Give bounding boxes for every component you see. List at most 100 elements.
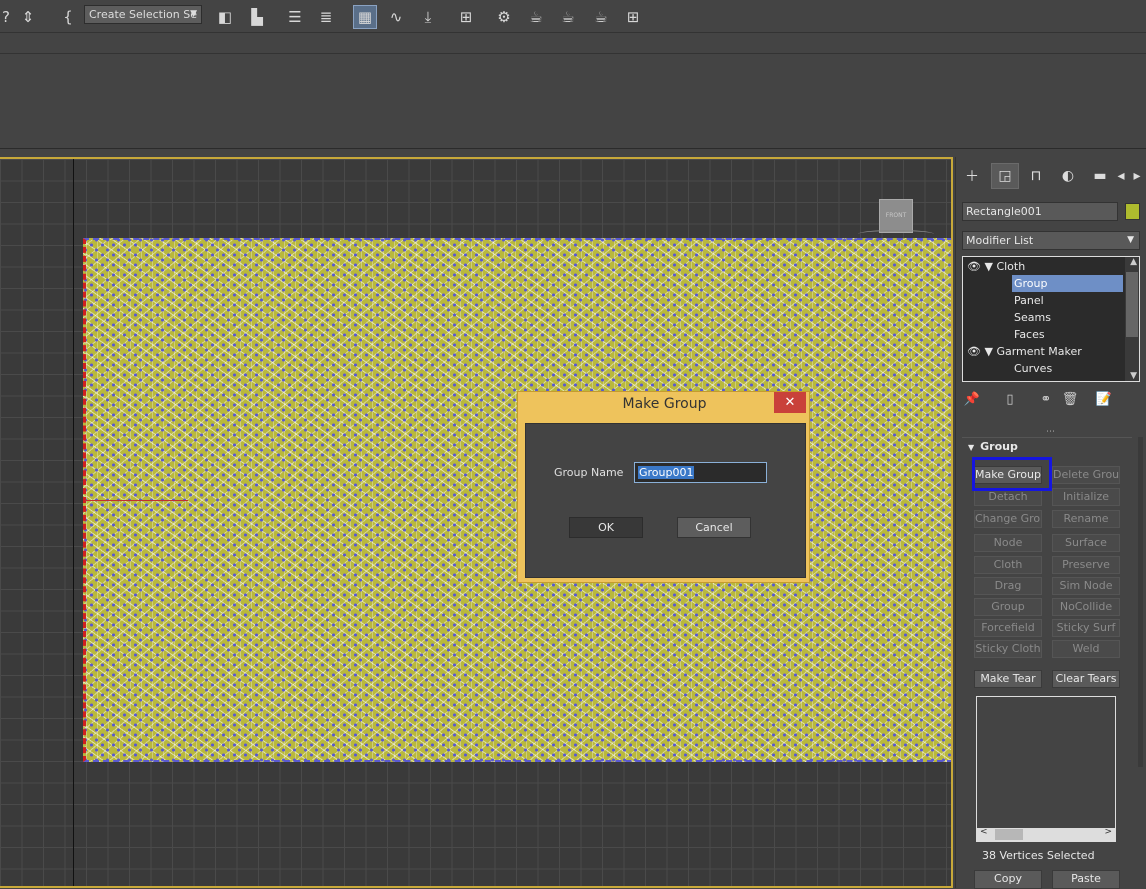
modifier-stack: 👁 ▼ Cloth Group Panel Seams Faces 👁 ▼ Ga… bbox=[962, 256, 1140, 382]
forcefield-button[interactable]: Forcefield bbox=[974, 619, 1042, 637]
viewcube-compass[interactable] bbox=[858, 230, 934, 238]
stack-scroll-thumb[interactable] bbox=[1126, 272, 1138, 337]
mirror-icon[interactable]: ◧ bbox=[213, 5, 237, 29]
sticky-surf-button[interactable]: Sticky Surf bbox=[1052, 619, 1120, 637]
make-group-highlight bbox=[972, 457, 1052, 491]
render-frame-icon[interactable]: ☕ bbox=[556, 5, 580, 29]
dialog-close-button[interactable]: ✕ bbox=[774, 392, 806, 413]
viewcube-label: FRONT bbox=[885, 212, 907, 219]
command-panel-tabs: ＋ ◲ ⊓ ◐ ▬ ◂ ▸ bbox=[958, 163, 1146, 191]
material-editor-icon[interactable]: ⚙ bbox=[492, 5, 516, 29]
scene-explorer-icon[interactable]: ≣ bbox=[314, 5, 338, 29]
change-group-button[interactable]: Change Group bbox=[974, 510, 1042, 528]
scroll-up-icon[interactable]: ▲ bbox=[1130, 257, 1137, 267]
render-production-icon[interactable]: ☕ bbox=[589, 5, 613, 29]
hierarchy-tab-icon[interactable]: ⊓ bbox=[1022, 163, 1050, 189]
scroll-right-icon[interactable]: > bbox=[1104, 827, 1112, 837]
viewport-axis-line bbox=[73, 159, 74, 886]
stack-item-panel[interactable]: Panel bbox=[1014, 292, 1044, 309]
expand-triangle-icon[interactable]: ▼ bbox=[984, 345, 992, 358]
ok-button[interactable]: OK bbox=[569, 517, 643, 538]
stack-item-faces[interactable]: Faces bbox=[1014, 326, 1045, 343]
sim-node-button[interactable]: Sim Node bbox=[1052, 577, 1120, 595]
schematic-view-icon[interactable]: ⊞ bbox=[454, 5, 478, 29]
chevron-down-icon: ▼ bbox=[1127, 235, 1134, 245]
configure-sets-icon[interactable]: 📝 bbox=[1094, 389, 1114, 411]
copy-button[interactable]: Copy bbox=[974, 870, 1042, 889]
main-toolbar: ? ⇕ { Create Selection Se ▼ ◧ ▙ ☰ ≣ ▦ ∿ ⤓… bbox=[0, 0, 1146, 33]
remove-modifier-icon[interactable]: 🗑 bbox=[1060, 389, 1080, 411]
named-selection-icon[interactable]: { bbox=[56, 5, 80, 29]
scroll-left-icon[interactable]: < bbox=[980, 827, 988, 837]
preserve-button[interactable]: Preserve bbox=[1052, 556, 1120, 574]
group-button[interactable]: Group bbox=[974, 598, 1042, 616]
group-list-box[interactable]: < > bbox=[976, 696, 1116, 842]
ribbon-tabs-bar bbox=[0, 34, 1146, 54]
tabs-scroll-right-icon[interactable]: ▸ bbox=[1130, 163, 1144, 189]
delete-group-button[interactable]: Delete Group bbox=[1052, 466, 1120, 484]
command-panel-scrollbar[interactable] bbox=[1138, 437, 1143, 767]
front-viewport[interactable]: FRONT bbox=[0, 157, 953, 888]
weld-button[interactable]: Weld bbox=[1052, 640, 1120, 658]
make-tear-button[interactable]: Make Tear bbox=[974, 670, 1042, 688]
stack-item-group[interactable]: Group bbox=[1012, 275, 1123, 292]
sticky-cloth-button[interactable]: Sticky Cloth bbox=[974, 640, 1042, 658]
stack-item-curves[interactable]: Curves bbox=[1014, 360, 1052, 377]
group-list-scroll-thumb[interactable] bbox=[995, 829, 1023, 840]
pin-stack-icon[interactable]: 📌 bbox=[962, 389, 982, 411]
stack-toolbar: 📌 ▯ ⚭ 🗑 📝 bbox=[962, 389, 1140, 411]
rename-button[interactable]: Rename bbox=[1052, 510, 1120, 528]
stack-item-cloth[interactable]: 👁 ▼ Cloth bbox=[967, 258, 1025, 275]
object-color-swatch[interactable] bbox=[1125, 203, 1140, 220]
eye-icon[interactable]: 👁 bbox=[967, 260, 981, 273]
render-setup-icon[interactable]: ☕ bbox=[524, 5, 548, 29]
make-unique-icon[interactable]: ⚭ bbox=[1036, 389, 1056, 411]
rollout-title: Group bbox=[980, 440, 1018, 453]
snap-toggle-icon[interactable]: ⇕ bbox=[16, 5, 40, 29]
group-name-input[interactable]: Group001 bbox=[634, 462, 767, 483]
stack-item-garment-maker[interactable]: 👁 ▼ Garment Maker bbox=[967, 343, 1082, 360]
curve-editor-icon[interactable]: ∿ bbox=[384, 5, 408, 29]
nocollide-button[interactable]: NoCollide bbox=[1052, 598, 1120, 616]
modifier-list-dropdown[interactable]: Modifier List ▼ bbox=[962, 231, 1140, 250]
selection-status: 38 Vertices Selected bbox=[982, 849, 1095, 862]
ribbon-toggle-icon[interactable]: ▦ bbox=[353, 5, 377, 29]
align-icon[interactable]: ▙ bbox=[245, 5, 269, 29]
stack-item-seams[interactable]: Seams bbox=[1014, 309, 1051, 326]
cancel-button[interactable]: Cancel bbox=[677, 517, 751, 538]
expand-triangle-icon[interactable]: ▼ bbox=[984, 260, 992, 273]
selection-set-value: Create Selection Se bbox=[89, 8, 197, 21]
create-tab-icon[interactable]: ＋ bbox=[958, 163, 986, 189]
layer-explorer-icon[interactable]: ☰ bbox=[283, 5, 307, 29]
tabs-scroll-left-icon[interactable]: ◂ bbox=[1114, 163, 1128, 189]
stack-item-label: Cloth bbox=[996, 260, 1026, 273]
dialog-title: Make Group bbox=[622, 396, 707, 412]
initialize-button[interactable]: Initialize bbox=[1052, 488, 1120, 506]
a360-cloud-icon[interactable]: ⊞ bbox=[621, 5, 645, 29]
rollout-header[interactable]: ▼ Group bbox=[968, 440, 1018, 453]
object-name-field[interactable]: Rectangle001 bbox=[962, 202, 1118, 221]
viewcube[interactable]: FRONT bbox=[879, 199, 913, 233]
drag-button[interactable]: Drag bbox=[974, 577, 1042, 595]
dope-sheet-icon[interactable]: ⤓ bbox=[416, 5, 440, 29]
motion-tab-icon[interactable]: ◐ bbox=[1054, 163, 1082, 189]
rollout-divider: ⋯ bbox=[1046, 427, 1056, 437]
chevron-down-icon: ▼ bbox=[190, 9, 197, 19]
paste-button[interactable]: Paste bbox=[1052, 870, 1120, 889]
help-icon[interactable]: ? bbox=[0, 5, 12, 29]
clear-tears-button[interactable]: Clear Tears bbox=[1052, 670, 1120, 688]
surface-button[interactable]: Surface bbox=[1052, 534, 1120, 552]
eye-icon[interactable]: 👁 bbox=[967, 345, 981, 358]
named-selection-set-dropdown[interactable]: Create Selection Se ▼ bbox=[84, 5, 202, 24]
show-end-result-icon[interactable]: ▯ bbox=[1000, 389, 1020, 411]
group-name-value: Group001 bbox=[638, 466, 695, 479]
display-tab-icon[interactable]: ▬ bbox=[1086, 163, 1114, 189]
node-button[interactable]: Node bbox=[974, 534, 1042, 552]
transform-gizmo-axis[interactable] bbox=[85, 500, 188, 501]
scroll-down-icon[interactable]: ▼ bbox=[1130, 371, 1137, 381]
stack-scrollbar[interactable]: ▲ ▼ bbox=[1125, 257, 1139, 381]
modify-tab-icon[interactable]: ◲ bbox=[991, 163, 1019, 189]
cloth-button[interactable]: Cloth bbox=[974, 556, 1042, 574]
group-list-hscrollbar[interactable]: < > bbox=[977, 827, 1115, 841]
modifier-list-label: Modifier List bbox=[966, 234, 1034, 247]
